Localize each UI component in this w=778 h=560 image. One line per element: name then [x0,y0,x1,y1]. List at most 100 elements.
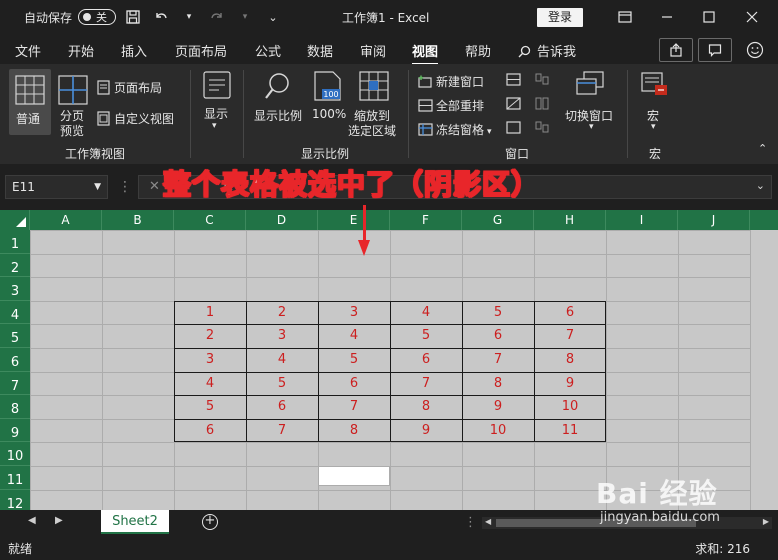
redo-icon[interactable] [206,6,228,28]
row-header-10[interactable]: 10 [0,442,30,466]
normal-view-button[interactable]: 普通 [9,69,51,135]
table-cell[interactable]: 7 [462,348,534,372]
show-button[interactable]: 显示 ▾ [200,69,234,139]
undo-icon[interactable] [150,6,172,28]
row-header-7[interactable]: 7 [0,371,30,396]
page-layout-view-button[interactable]: 页面布局 [97,79,162,96]
customize-qat-icon[interactable]: ⌄ [262,6,284,28]
freeze-panes-button[interactable]: 冻结窗格 ▾ [418,121,492,138]
row-header-11[interactable]: 11 [0,466,30,490]
sheet-tab-sheet2[interactable]: Sheet2 [101,510,169,534]
ribbon-display-icon[interactable] [610,6,640,28]
collapse-ribbon-icon[interactable]: ⌃ [758,142,767,155]
tell-me-search[interactable]: 告诉我 [518,41,576,60]
table-cell[interactable]: 6 [390,348,462,372]
tab-review[interactable]: 审阅 [360,41,386,60]
spreadsheet-grid[interactable]: ABCDEFGHIJ 12345678910111213 12345623456… [0,210,778,510]
select-all-corner[interactable] [0,210,30,230]
autosave-toggle[interactable]: 关 [78,9,117,25]
name-box[interactable]: E11 ▼ [5,175,108,199]
column-header-f[interactable]: F [390,210,462,230]
tab-formulas[interactable]: 公式 [255,41,281,60]
maximize-icon[interactable] [694,6,724,28]
table-cell[interactable]: 5 [246,372,318,396]
table-cell[interactable]: 2 [246,301,318,325]
comments-icon[interactable] [698,38,732,62]
reset-window-position-icon[interactable] [535,121,550,137]
row-header-8[interactable]: 8 [0,395,30,419]
active-cell[interactable] [318,466,390,486]
table-cell[interactable]: 6 [318,372,390,396]
undo-dropdown-icon[interactable]: ▾ [178,6,200,28]
add-sheet-button[interactable]: + [202,514,218,530]
arrange-all-button[interactable]: 全部重排 [418,97,484,114]
tab-page-layout[interactable]: 页面布局 [175,41,227,60]
column-header-d[interactable]: D [246,210,318,230]
column-header-g[interactable]: G [462,210,534,230]
column-header-a[interactable]: A [30,210,102,230]
row-header-12[interactable]: 12 [0,489,30,510]
table-cell[interactable]: 7 [534,324,606,348]
column-header-c[interactable]: C [174,210,246,230]
table-cell[interactable]: 7 [390,372,462,396]
table-cell[interactable]: 4 [174,372,246,396]
tab-help[interactable]: 帮助 [465,41,491,60]
scroll-tabs-right-icon[interactable]: ▶ [55,515,63,526]
table-cell[interactable]: 6 [534,301,606,325]
close-icon[interactable] [737,6,767,28]
save-icon[interactable] [122,6,144,28]
row-header-6[interactable]: 6 [0,348,30,372]
table-cell[interactable]: 3 [246,324,318,348]
zoom-100-button[interactable]: 100 100% [310,69,346,139]
table-cell[interactable]: 7 [246,419,318,443]
table-cell[interactable]: 1 [174,301,246,325]
row-header-5[interactable]: 5 [0,324,30,348]
table-cell[interactable]: 2 [174,324,246,348]
macros-button[interactable]: 宏 ▾ [638,69,672,139]
zoom-to-selection-button[interactable]: 缩放到 选定区域 [348,69,400,139]
table-cell[interactable]: 10 [534,395,606,419]
redo-dropdown-icon[interactable]: ▾ [234,6,256,28]
feedback-smiley-icon[interactable] [738,38,772,62]
expand-formula-bar-icon[interactable]: ⌄ [756,179,765,192]
minimize-icon[interactable] [652,6,682,28]
share-icon[interactable] [659,38,693,62]
row-header-9[interactable]: 9 [0,418,30,443]
table-cell[interactable]: 8 [318,419,390,443]
hide-window-icon[interactable] [506,97,521,113]
row-header-2[interactable]: 2 [0,253,30,278]
table-cell[interactable]: 4 [318,324,390,348]
split-icon[interactable] [506,73,521,89]
scroll-left-icon[interactable]: ◀ [485,517,491,526]
tab-view[interactable]: 视图 [412,41,439,66]
table-cell[interactable]: 8 [462,372,534,396]
table-cell[interactable]: 6 [246,395,318,419]
column-header-b[interactable]: B [102,210,174,230]
table-cell[interactable]: 9 [390,419,462,443]
table-cell[interactable]: 3 [318,301,390,325]
table-cell[interactable]: 5 [390,324,462,348]
column-header-e[interactable]: E [318,210,390,230]
column-header-h[interactable]: H [534,210,606,230]
page-break-preview-button[interactable]: 分页 预览 [55,69,91,139]
switch-windows-button[interactable]: 切换窗口 ▾ [563,69,619,139]
row-header-1[interactable]: 1 [0,230,30,254]
scroll-tabs-left-icon[interactable]: ◀ [28,515,36,526]
new-window-button[interactable]: 新建窗口 [418,73,484,90]
login-button[interactable]: 登录 [537,8,583,27]
cancel-entry-icon[interactable]: ✕ [149,179,160,194]
table-cell[interactable]: 9 [462,395,534,419]
table-cell[interactable]: 5 [318,348,390,372]
tab-split-grip-icon[interactable]: ⋮ [464,515,477,530]
table-cell[interactable]: 6 [462,324,534,348]
table-cell[interactable]: 9 [534,372,606,396]
table-cell[interactable]: 8 [390,395,462,419]
tab-file[interactable]: 文件 [15,41,41,60]
table-cell[interactable]: 8 [534,348,606,372]
name-box-dropdown-icon[interactable]: ▼ [94,176,101,198]
view-side-by-side-icon[interactable] [535,73,550,89]
column-header-j[interactable]: J [678,210,750,230]
tab-data[interactable]: 数据 [307,41,333,60]
custom-views-button[interactable]: 自定义视图 [97,110,174,127]
table-cell[interactable]: 4 [390,301,462,325]
